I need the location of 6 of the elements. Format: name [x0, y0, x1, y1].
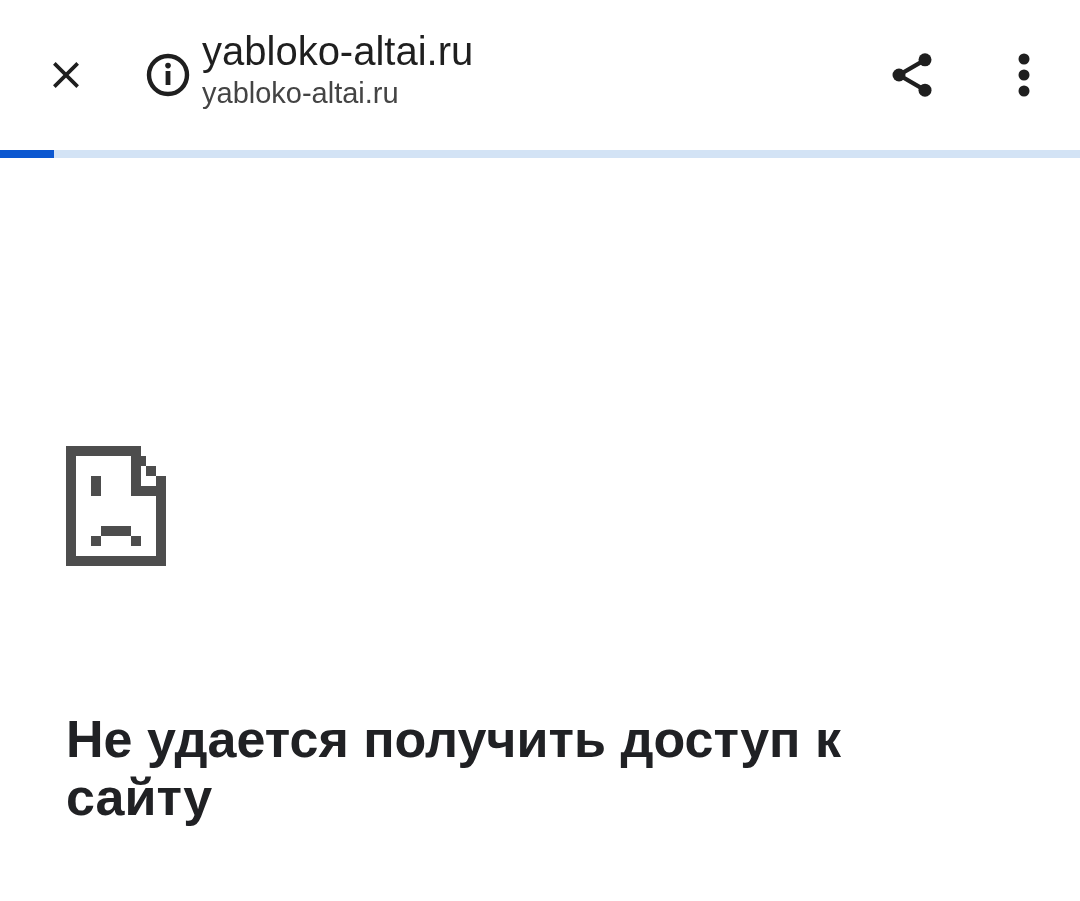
error-heading: Не удается получить доступ к сайту: [66, 710, 842, 826]
sad-page-icon: [66, 446, 166, 566]
page-url: yabloko-altai.ru: [202, 76, 400, 111]
more-icon: [1016, 51, 1032, 99]
page-title: yabloko-altai.ru: [202, 28, 475, 75]
info-icon: [144, 51, 192, 99]
